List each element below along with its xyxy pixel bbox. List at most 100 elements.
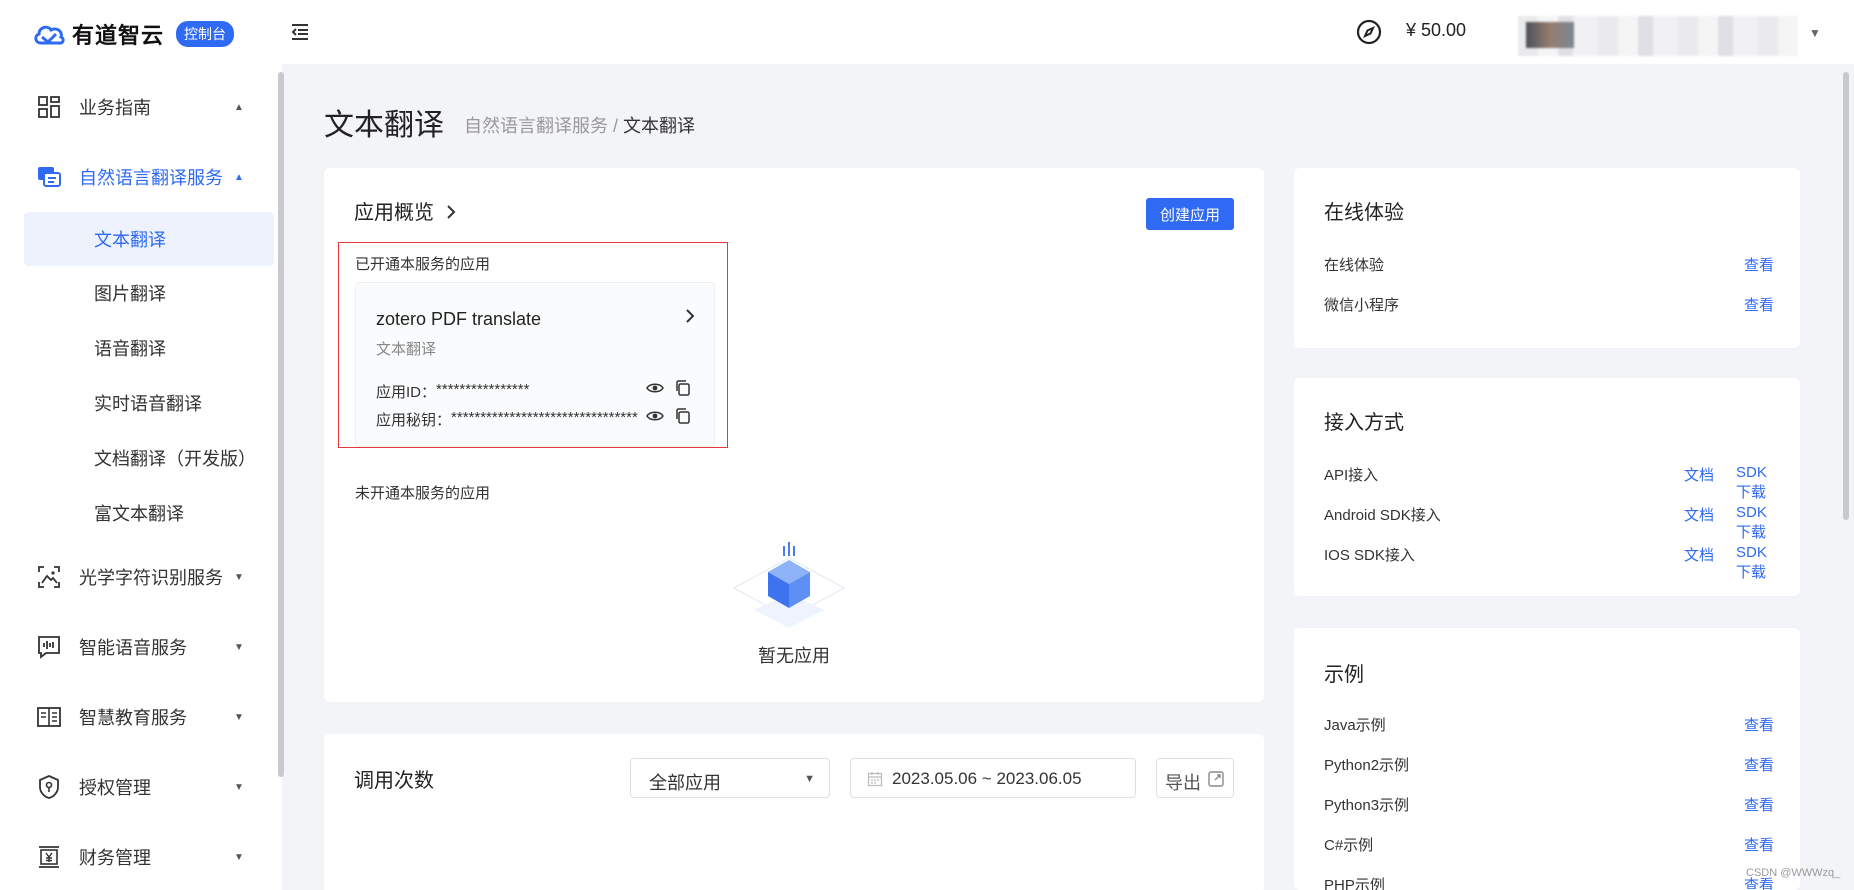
- sidebar-item-realtime-voice[interactable]: 实时语音翻译: [24, 376, 274, 430]
- logo[interactable]: 有道智云 控制台: [32, 18, 235, 50]
- breadcrumb: 自然语言翻译服务 / 文本翻译: [464, 112, 695, 138]
- online-row: 在线体验 查看: [1324, 254, 1774, 276]
- caret-down-icon: ▼: [234, 781, 244, 793]
- voice-wave-icon: [38, 636, 60, 659]
- page-scrollbar[interactable]: [1843, 72, 1849, 520]
- compass-icon[interactable]: [1355, 18, 1383, 46]
- example-row-label: Python3示例: [1324, 797, 1410, 814]
- date-range-picker[interactable]: 2023.05.06 ~ 2023.06.05: [850, 758, 1136, 798]
- doc-link[interactable]: 文档: [1684, 504, 1714, 525]
- access-row-label: API接入: [1324, 467, 1379, 484]
- sidebar-group-label: 自然语言翻译服务: [79, 168, 223, 188]
- sidebar-group-nlt[interactable]: 自然语言翻译服务 ▲: [0, 142, 282, 212]
- access-row-label: IOS SDK接入: [1324, 547, 1415, 564]
- sdk-download-link[interactable]: SDK下载: [1736, 544, 1774, 582]
- online-row-label: 在线体验: [1324, 257, 1385, 274]
- user-avatar-blurred[interactable]: [1518, 16, 1798, 56]
- watermark: CSDN @WWWzq_: [1746, 867, 1841, 879]
- chevron-right-icon: [446, 205, 455, 219]
- sidebar-item-doc-translate[interactable]: 文档翻译（开发版）: [24, 431, 274, 485]
- sidebar-item-label: 语音翻译: [94, 339, 166, 359]
- sidebar-group-education[interactable]: 智慧教育服务 ▼: [0, 682, 282, 752]
- example-row-label: Java示例: [1324, 717, 1386, 734]
- caret-up-icon: ▲: [234, 171, 244, 183]
- sidebar-scrollbar[interactable]: [278, 72, 284, 777]
- sidebar-group-label: 授权管理: [79, 778, 151, 798]
- view-link[interactable]: 查看: [1744, 794, 1774, 815]
- example-row-label: C#示例: [1324, 837, 1374, 854]
- doc-link[interactable]: 文档: [1684, 464, 1714, 485]
- book-icon: [37, 707, 61, 727]
- access-title: 接入方式: [1324, 412, 1404, 434]
- yen-doc-icon: [39, 846, 59, 868]
- overview-title-text: 应用概览: [354, 202, 434, 224]
- export-label: 导出: [1165, 773, 1201, 793]
- access-row: API接入 文档 SDK下载: [1324, 464, 1774, 501]
- sidebar-group-auth[interactable]: 授权管理 ▼: [0, 752, 282, 822]
- sidebar-group-ocr[interactable]: 光学字符识别服务 ▼: [0, 542, 282, 612]
- eye-icon[interactable]: [646, 379, 664, 397]
- caret-up-icon: ▲: [234, 101, 244, 113]
- date-range-value: 2023.05.06 ~ 2023.06.05: [892, 769, 1082, 788]
- sidebar-item-voice-translate[interactable]: 语音翻译: [24, 321, 274, 375]
- app-type: 文本翻译: [376, 341, 437, 358]
- sidebar-item-richtext-translate[interactable]: 富文本翻译: [24, 486, 274, 540]
- page-title: 文本翻译: [324, 109, 444, 142]
- sdk-download-link[interactable]: SDK下载: [1736, 464, 1774, 502]
- online-row-label: 微信小程序: [1324, 297, 1400, 314]
- sidebar-group-finance[interactable]: 财务管理 ▼: [0, 822, 282, 890]
- copy-icon[interactable]: [674, 379, 692, 397]
- call-count-card: 调用次数 全部应用 ▼ 2023.05.06 ~ 2023.06.05 导出: [324, 734, 1264, 890]
- app-overview-card: 应用概览 创建应用 已开通本服务的应用 zotero PDF translate…: [324, 168, 1264, 702]
- sidebar-item-image-translate[interactable]: 图片翻译: [24, 266, 274, 320]
- sdk-download-link[interactable]: SDK下载: [1736, 504, 1774, 542]
- app-secret-value: ********************************: [451, 409, 638, 426]
- app-id-row: 应用ID： ****************: [376, 381, 529, 402]
- breadcrumb-current: 文本翻译: [623, 116, 696, 136]
- sidebar-item-label: 图片翻译: [94, 284, 166, 304]
- create-app-button[interactable]: 创建应用: [1146, 198, 1234, 230]
- sidebar-item-label: 实时语音翻译: [94, 394, 202, 414]
- user-menu-caret-icon[interactable]: ▼: [1809, 26, 1821, 40]
- empty-box-illustration-icon: [732, 542, 846, 628]
- menu-collapse-icon[interactable]: [288, 20, 312, 44]
- access-row: IOS SDK接入 文档 SDK下载: [1324, 544, 1774, 581]
- examples-card: 示例 Java示例 查看 Python2示例 查看 Python3示例 查看 C…: [1294, 628, 1800, 890]
- calendar-icon: [867, 772, 883, 787]
- export-button[interactable]: 导出: [1156, 758, 1234, 798]
- scan-image-icon: [38, 566, 60, 588]
- console-badge[interactable]: 控制台: [176, 21, 235, 47]
- app-id-value: ****************: [436, 381, 530, 398]
- sidebar-group-voice[interactable]: 智能语音服务 ▼: [0, 612, 282, 682]
- caret-down-icon: ▼: [234, 571, 244, 583]
- example-row: Python3示例 查看: [1324, 794, 1774, 816]
- export-icon: [1208, 771, 1224, 787]
- view-link[interactable]: 查看: [1744, 254, 1774, 275]
- account-balance[interactable]: ¥ 50.00: [1406, 20, 1466, 41]
- view-link[interactable]: 查看: [1744, 834, 1774, 855]
- online-experience-card: 在线体验 在线体验 查看 微信小程序 查看: [1294, 168, 1800, 348]
- view-link[interactable]: 查看: [1744, 714, 1774, 735]
- view-link[interactable]: 查看: [1744, 294, 1774, 315]
- doc-link[interactable]: 文档: [1684, 544, 1714, 565]
- sidebar-group-label: 智能语音服务: [79, 638, 187, 658]
- overview-title[interactable]: 应用概览: [354, 196, 458, 225]
- copy-icon[interactable]: [674, 407, 692, 425]
- logo-text: 有道智云: [72, 23, 165, 48]
- chevron-right-icon[interactable]: [683, 307, 697, 325]
- sidebar-group-label: 智慧教育服务: [79, 708, 187, 728]
- eye-icon[interactable]: [646, 407, 664, 425]
- app-select[interactable]: 全部应用 ▼: [630, 758, 830, 798]
- example-row: PHP示例 查看: [1324, 874, 1774, 890]
- caret-down-icon: ▼: [234, 851, 244, 863]
- online-row: 微信小程序 查看: [1324, 294, 1774, 316]
- caret-down-icon: ▼: [234, 711, 244, 723]
- sidebar-group-guide[interactable]: 业务指南 ▲: [0, 72, 282, 142]
- sidebar-group-label: 财务管理: [79, 848, 151, 868]
- sidebar-item-text-translate[interactable]: 文本翻译: [24, 212, 274, 266]
- view-link[interactable]: 查看: [1744, 754, 1774, 775]
- empty-state-text: 暂无应用: [758, 646, 830, 666]
- app-card[interactable]: zotero PDF translate 文本翻译 应用ID： ********…: [355, 282, 715, 447]
- app-name: zotero PDF translate: [376, 309, 542, 329]
- breadcrumb-parent[interactable]: 自然语言翻译服务: [464, 116, 608, 136]
